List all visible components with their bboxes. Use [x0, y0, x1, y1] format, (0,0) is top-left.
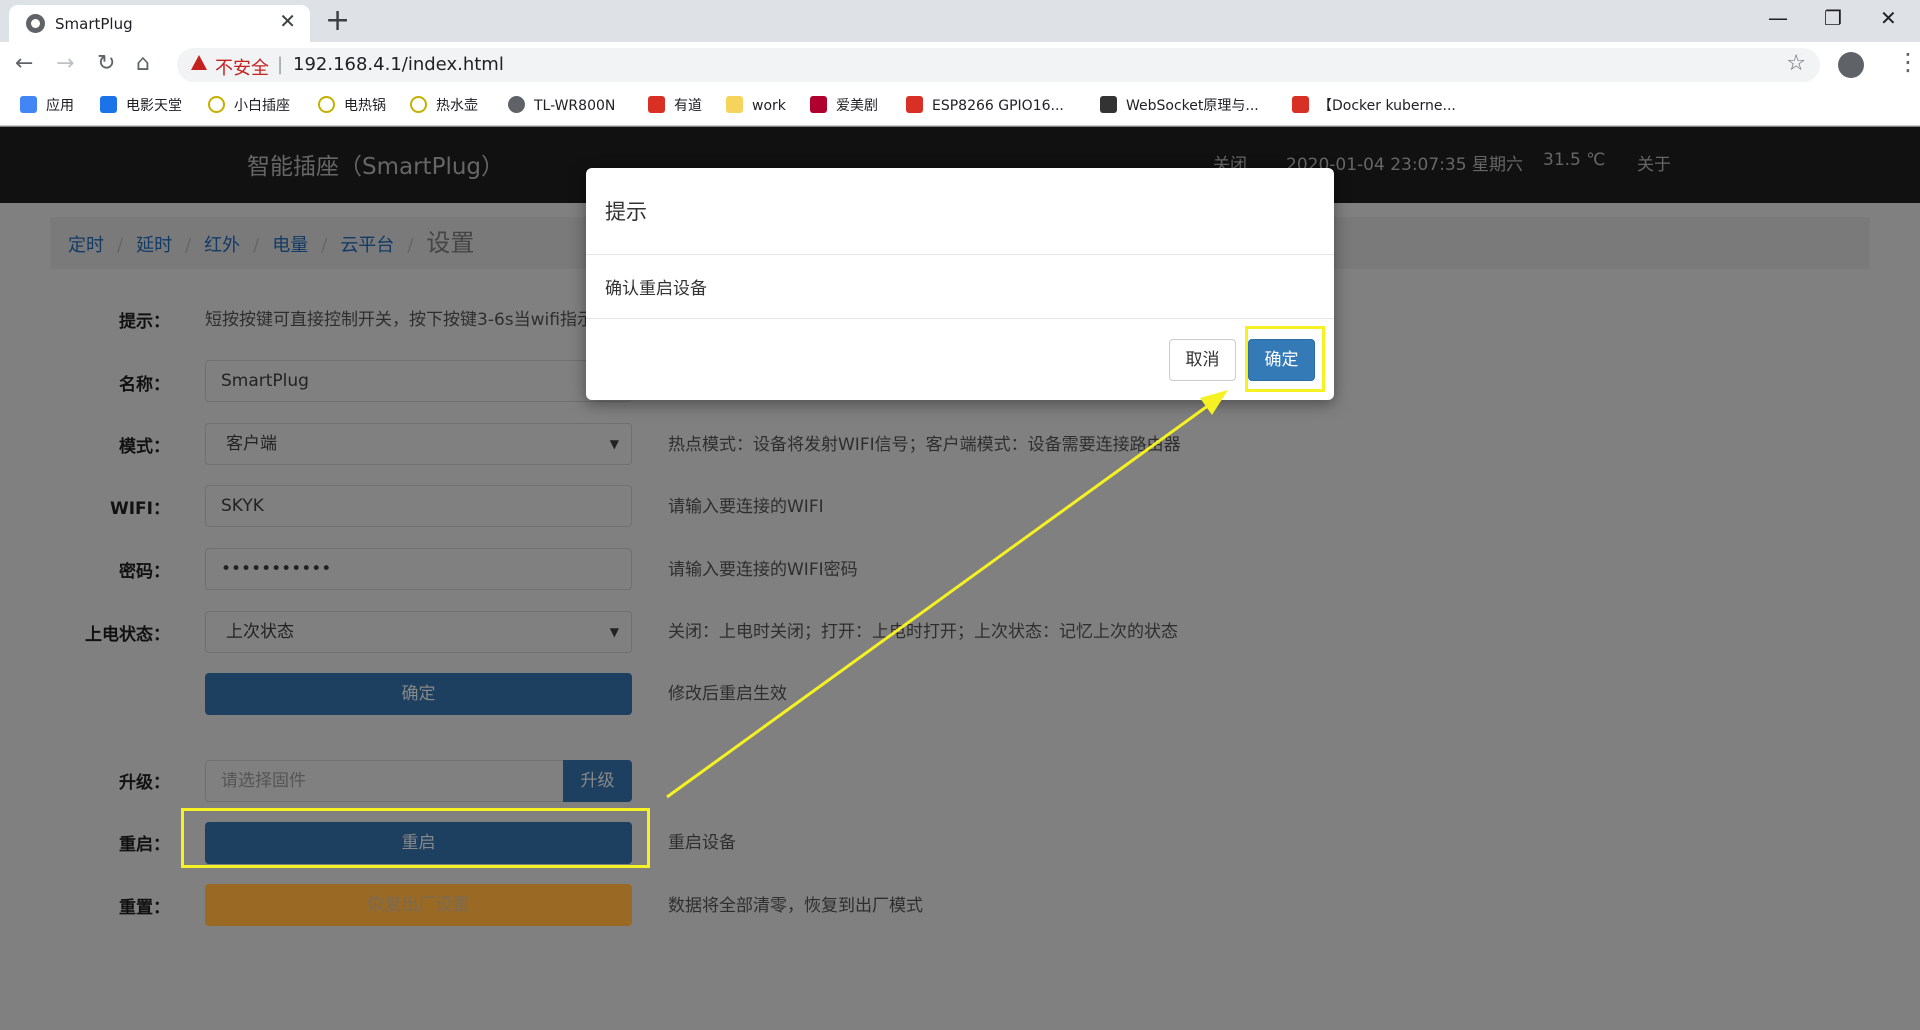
bookmark-item[interactable]: WebSocket原理与... — [1100, 95, 1259, 117]
restore-window-icon[interactable]: ❐ — [1824, 6, 1842, 30]
power-state-label: 上电状态： — [85, 625, 170, 645]
tip-text: 短按按键可直接控制开关，按下按键3-6s当wifi指示 — [205, 310, 594, 330]
close-window-icon[interactable]: ✕ — [1880, 6, 1897, 30]
restart-help: 重启设备 — [668, 833, 736, 853]
bookmark-item[interactable]: 电热锅 — [318, 95, 386, 117]
confirm-dialog: 提示 确认重启设备 取消 确定 — [586, 168, 1334, 400]
brand-title[interactable]: 智能插座（SmartPlug） — [247, 147, 504, 181]
wifi-input[interactable]: SKYK — [205, 485, 632, 527]
bookmarks-bar: 应用 电影天堂 小白插座 电热锅 热水壶 TL-WR800N 有道 work 爱… — [0, 88, 1920, 126]
minimize-icon[interactable]: — — [1768, 6, 1788, 30]
forward-icon[interactable]: → — [56, 51, 74, 76]
restart-label: 重启： — [119, 835, 170, 855]
globe-icon — [26, 14, 45, 33]
factory-reset-button[interactable]: 恢复出厂设置 — [205, 884, 632, 926]
browser-menu-icon[interactable]: ⋮ — [1896, 48, 1920, 76]
wifi-help: 请输入要连接的WIFI — [668, 497, 824, 517]
chevron-down-icon: ▼ — [609, 437, 619, 451]
tab-title: SmartPlug — [55, 15, 133, 33]
name-input[interactable]: SmartPlug — [205, 360, 632, 402]
name-label: 名称： — [119, 375, 170, 395]
back-icon[interactable]: ← — [15, 51, 33, 76]
tv-icon — [810, 96, 827, 113]
youdao-icon — [648, 96, 665, 113]
dialog-message: 确认重启设备 — [605, 279, 707, 299]
profile-avatar-icon[interactable] — [1838, 52, 1864, 78]
reset-label: 重置： — [119, 898, 170, 918]
plug-icon — [208, 96, 225, 113]
home-icon[interactable]: ⌂ — [136, 51, 150, 76]
about-link[interactable]: 关于 — [1637, 150, 1671, 175]
bookmark-item[interactable]: TL-WR800N — [508, 95, 615, 117]
firmware-file-input[interactable]: 请选择固件 — [205, 760, 565, 802]
mode-label: 模式： — [119, 437, 170, 457]
browser-tab[interactable]: SmartPlug ✕ — [9, 5, 310, 42]
mode-select[interactable]: 客户端 ▼ — [205, 423, 632, 465]
apps-grid-icon — [20, 96, 37, 113]
dialog-footer: 取消 确定 — [586, 318, 1334, 400]
power-state-select[interactable]: 上次状态 ▼ — [205, 611, 632, 653]
websocket-icon — [1100, 96, 1117, 113]
save-settings-help: 修改后重启生效 — [668, 684, 787, 704]
bookmark-item[interactable]: 应用 — [20, 95, 74, 117]
address-bar[interactable]: 不安全 | 192.168.4.1/index.html ☆ — [177, 48, 1820, 82]
bookmark-item[interactable]: 热水壶 — [410, 95, 478, 117]
bookmark-item[interactable]: 爱美剧 — [810, 95, 878, 117]
plug-icon — [318, 96, 335, 113]
upgrade-label: 升级： — [119, 773, 170, 793]
tip-label: 提示： — [119, 312, 170, 332]
mode-help: 热点模式：设备将发射WIFI信号；客户端模式：设备需要连接路由器 — [668, 435, 1181, 455]
warning-icon[interactable] — [191, 55, 207, 70]
plug-icon — [410, 96, 427, 113]
temperature: 31.5 ℃ — [1543, 150, 1606, 170]
breadcrumb-infrared[interactable]: 红外 — [204, 235, 240, 256]
bookmark-item[interactable]: ESP8266 GPIO16... — [906, 95, 1064, 117]
reload-icon[interactable]: ↻ — [97, 51, 115, 76]
bookmark-item[interactable]: 【Docker kuberne... — [1292, 95, 1456, 117]
dialog-title: 提示 — [605, 200, 647, 224]
separator: | — [277, 54, 284, 75]
movie-icon — [100, 96, 117, 113]
password-label: 密码： — [119, 562, 170, 582]
dialog-header: 提示 — [586, 168, 1334, 255]
breadcrumb-timer[interactable]: 定时 — [68, 235, 104, 256]
csdn-icon — [906, 96, 923, 113]
confirm-highlight-box — [1245, 326, 1325, 392]
breadcrumb-cloud[interactable]: 云平台 — [340, 235, 394, 256]
close-tab-icon[interactable]: ✕ — [279, 11, 296, 31]
bookmark-item[interactable]: 电影天堂 — [100, 95, 182, 117]
factory-reset-help: 数据将全部清零，恢复到出厂模式 — [668, 896, 923, 916]
breadcrumb-current: 设置 — [426, 229, 475, 257]
cancel-button[interactable]: 取消 — [1169, 339, 1236, 381]
power-state-help: 关闭：上电时关闭；打开：上电时打开；上次状态：记忆上次的状态 — [668, 622, 1178, 642]
wifi-label: WIFI： — [109, 499, 170, 519]
new-tab-button[interactable]: + — [325, 4, 350, 38]
csdn-icon — [1292, 96, 1309, 113]
breadcrumb-delay[interactable]: 延时 — [136, 235, 172, 256]
browser-toolbar: ← → ↻ ⌂ 不安全 | 192.168.4.1/index.html ☆ ⋮ — [0, 42, 1920, 88]
breadcrumb-power[interactable]: 电量 — [272, 235, 308, 256]
url-text[interactable]: 192.168.4.1/index.html — [293, 54, 504, 75]
chevron-down-icon: ▼ — [609, 625, 619, 639]
password-input[interactable]: ••••••••••• — [205, 548, 632, 590]
bookmark-item[interactable]: work — [726, 95, 786, 117]
password-help: 请输入要连接的WIFI密码 — [668, 560, 858, 580]
restart-highlight-box — [181, 808, 650, 868]
bookmark-star-icon[interactable]: ☆ — [1786, 51, 1806, 76]
security-status[interactable]: 不安全 — [215, 54, 269, 80]
save-settings-button[interactable]: 确定 — [205, 673, 632, 715]
bookmark-item[interactable]: 有道 — [648, 95, 702, 117]
bookmark-item[interactable]: 小白插座 — [208, 95, 290, 117]
folder-icon — [726, 96, 743, 113]
globe-icon — [508, 96, 525, 113]
upgrade-button[interactable]: 升级 — [563, 760, 632, 802]
browser-tab-bar: SmartPlug ✕ + — ❐ ✕ — [0, 0, 1920, 42]
